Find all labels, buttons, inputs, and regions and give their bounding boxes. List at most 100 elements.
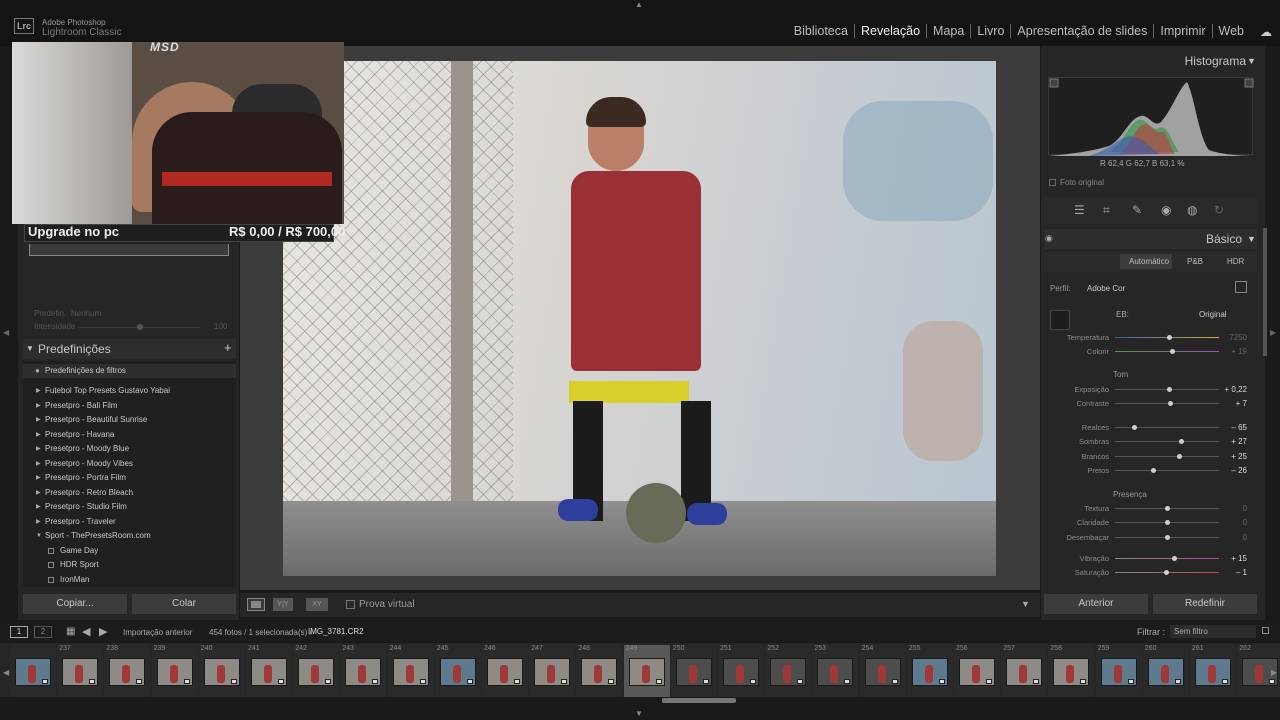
expanded-icon[interactable]: ▼ [36, 529, 42, 543]
module-4[interactable]: Apresentação de slides [1010, 24, 1153, 38]
filmstrip-cell[interactable]: 241 [246, 645, 292, 697]
slider-value[interactable]: – 1 [1217, 568, 1247, 577]
previous-button[interactable]: Anterior [1044, 594, 1148, 614]
collapsed-icon[interactable]: ▶ [36, 442, 41, 456]
slider-knob[interactable] [1165, 506, 1170, 511]
collapsed-icon[interactable]: ▶ [36, 399, 41, 413]
slider-knob[interactable] [1165, 520, 1170, 525]
photo-preview[interactable] [283, 61, 996, 576]
slider-track[interactable] [1115, 427, 1219, 428]
cloud-sync-icon[interactable]: ☁ [1260, 25, 1272, 39]
preset-folder[interactable]: ▶ Presetpro - Havana [23, 428, 236, 442]
original-photo-checkbox[interactable] [1049, 179, 1056, 186]
slider-value[interactable]: – 65 [1217, 423, 1247, 432]
slider-value[interactable]: + 15 [1217, 554, 1247, 563]
filmstrip-cell[interactable]: 250 [670, 645, 717, 697]
red-eye-icon[interactable]: ◉ [1161, 203, 1171, 217]
collapsed-icon[interactable]: ▶ [36, 457, 41, 471]
collapse-right-panel-icon[interactable]: ▶ [1270, 328, 1276, 337]
preset-folder[interactable]: ▶ Presetpro - Beautiful Sunrise [23, 413, 236, 427]
filmstrip-cell[interactable]: 261 [1190, 645, 1236, 697]
filmstrip-cell[interactable]: 257 [1001, 645, 1048, 697]
preset-folder[interactable]: ● Predefinições de filtros [23, 364, 236, 378]
thumbnail[interactable] [534, 658, 571, 686]
filmstrip-cell[interactable]: 237 [57, 645, 104, 697]
preset-folder[interactable]: ▶ Presetpro - Moody Vibes [23, 457, 236, 471]
thumbnail[interactable] [392, 658, 429, 686]
presets-tool-icon[interactable]: ↻ [1214, 203, 1224, 217]
slider-value[interactable]: 0 [1217, 533, 1247, 542]
right-panel-scrollbar[interactable] [1263, 228, 1267, 356]
panel-visibility-icon[interactable]: ◉ [1045, 233, 1053, 244]
thumbnail[interactable] [251, 658, 287, 686]
thumbnail[interactable] [439, 658, 476, 686]
treatment-bw[interactable]: P&B [1187, 257, 1203, 266]
filmstrip-cell[interactable]: 259 [1095, 645, 1142, 697]
module-3[interactable]: Livro [970, 24, 1010, 38]
profile-browser-icon[interactable] [1235, 281, 1247, 293]
preset-folder[interactable]: ▶ Presetpro - Portra Film [23, 471, 236, 485]
module-2[interactable]: Mapa [926, 24, 970, 38]
filmstrip-cell[interactable]: 245 [434, 645, 481, 697]
thumbnail[interactable] [959, 658, 995, 686]
filmstrip-cell[interactable]: 249 [623, 645, 670, 697]
filter-select[interactable]: Sem filtro [1170, 625, 1256, 638]
add-preset-icon[interactable]: + [224, 340, 232, 355]
thumbnail[interactable] [1100, 658, 1137, 686]
histogram[interactable] [1048, 77, 1254, 156]
intensity-slider-knob[interactable] [137, 324, 143, 330]
collapse-filmstrip-icon[interactable]: ▼ [635, 709, 643, 718]
filmstrip-filename[interactable]: IMG_3781.CR2 [308, 627, 364, 636]
thumbnail[interactable] [15, 658, 51, 686]
thumbnail[interactable] [109, 658, 146, 686]
thumbnail[interactable] [156, 658, 193, 686]
masking-icon[interactable]: ◍ [1187, 203, 1197, 217]
forward-arrow-icon[interactable]: ▶ [99, 625, 107, 638]
preset-item[interactable]: Game Day [23, 544, 236, 558]
module-0[interactable]: Biblioteca [788, 24, 854, 38]
thumbnail[interactable] [770, 658, 807, 686]
thumbnail[interactable] [345, 658, 382, 686]
slider-knob[interactable] [1131, 425, 1137, 430]
filmstrip-cell[interactable]: 258 [1048, 645, 1095, 697]
collapsed-icon[interactable]: ▶ [36, 471, 41, 485]
slider-value[interactable]: – 26 [1217, 466, 1247, 475]
filmstrip-cell[interactable]: 256 [954, 645, 1000, 697]
preset-folder[interactable]: ▶ Presetpro - Moody Blue [23, 442, 236, 456]
slider-value[interactable]: 0 [1217, 504, 1247, 513]
treatment-auto[interactable]: Automático [1129, 257, 1169, 266]
slider-track[interactable] [1115, 470, 1219, 471]
module-5[interactable]: Imprimir [1153, 24, 1211, 38]
thumbnail[interactable] [911, 658, 948, 686]
filmstrip-cell[interactable]: 242 [293, 645, 340, 697]
slider-knob[interactable] [1178, 439, 1184, 444]
edit-sliders-icon[interactable]: ☰ [1074, 203, 1085, 217]
wb-select[interactable]: Original [1199, 310, 1227, 319]
preset-item[interactable]: HDR Sport [23, 558, 236, 572]
before-after-icon[interactable]: Y|Y [273, 598, 293, 611]
filmstrip-cell[interactable]: 254 [859, 645, 906, 697]
filmstrip-cell[interactable] [10, 645, 56, 697]
collapse-filmstrip-right-icon[interactable]: ▶ [1271, 668, 1277, 677]
slider-knob[interactable] [1165, 535, 1170, 540]
toolbar-menu-icon[interactable]: ▼ [1021, 599, 1030, 609]
filmstrip-cell[interactable]: 240 [198, 645, 245, 697]
navigator-preview[interactable] [29, 244, 229, 256]
collapsed-icon[interactable]: ▶ [36, 428, 41, 442]
crop-icon[interactable]: ⌗ [1103, 203, 1110, 218]
module-6[interactable]: Web [1211, 24, 1250, 38]
slider-value[interactable]: + 25 [1217, 452, 1247, 461]
reset-button[interactable]: Redefinir [1153, 594, 1257, 614]
filmstrip-cell[interactable]: 260 [1142, 645, 1189, 697]
filmstrip-cell[interactable]: 248 [576, 645, 623, 697]
thumbnail[interactable] [675, 658, 712, 686]
wb-eyedropper-icon[interactable] [1050, 310, 1070, 330]
secondary-window-button[interactable]: 2 [34, 626, 52, 638]
thumbnail[interactable] [1195, 658, 1231, 686]
filmstrip-cell[interactable]: 239 [151, 645, 198, 697]
preset-folder[interactable]: ▶ Presetpro - Studio Film [23, 500, 236, 514]
collapse-presets-icon[interactable]: ▼ [26, 344, 34, 353]
filter-lock-icon[interactable] [1262, 627, 1269, 634]
filmstrip-cell[interactable]: 255 [906, 645, 953, 697]
slider-value[interactable]: + 7 [1217, 399, 1247, 408]
